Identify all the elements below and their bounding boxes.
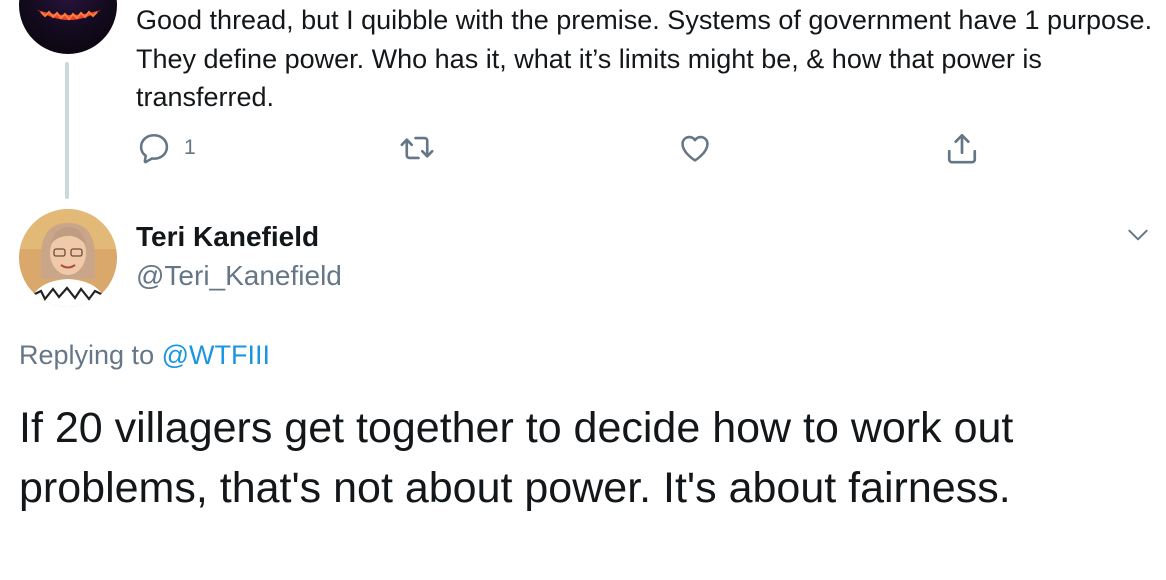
tweet-text: If 20 villagers get together to decide h… (19, 404, 1014, 512)
parent-avatar[interactable] (19, 0, 117, 54)
thread-connector-line (65, 62, 69, 199)
author-name[interactable]: Teri Kanefield (136, 221, 319, 253)
chevron-down-icon (1128, 229, 1148, 241)
author-avatar[interactable] (19, 209, 117, 307)
like-button[interactable] (677, 130, 713, 166)
tweet-menu-button[interactable] (1125, 222, 1151, 253)
pumpkin-avatar-image (37, 10, 101, 21)
replying-to-mention[interactable]: @WTFIII (162, 340, 270, 370)
author-photo (19, 209, 117, 307)
reply-button[interactable]: 1 (136, 130, 196, 166)
replying-to-label: Replying to (19, 340, 155, 370)
like-icon (681, 135, 709, 162)
reply-icon (139, 133, 169, 164)
retweet-button[interactable] (398, 130, 436, 166)
retweet-icon (400, 136, 434, 160)
parent-tweet-text: Good thread, but I quibble with the prem… (136, 5, 1153, 112)
author-handle[interactable]: @Teri_Kanefield (136, 260, 342, 292)
share-icon (947, 134, 977, 164)
replying-to-line: Replying to @WTFIII (19, 340, 270, 371)
reply-count: 1 (184, 136, 196, 159)
share-button[interactable] (944, 130, 980, 168)
